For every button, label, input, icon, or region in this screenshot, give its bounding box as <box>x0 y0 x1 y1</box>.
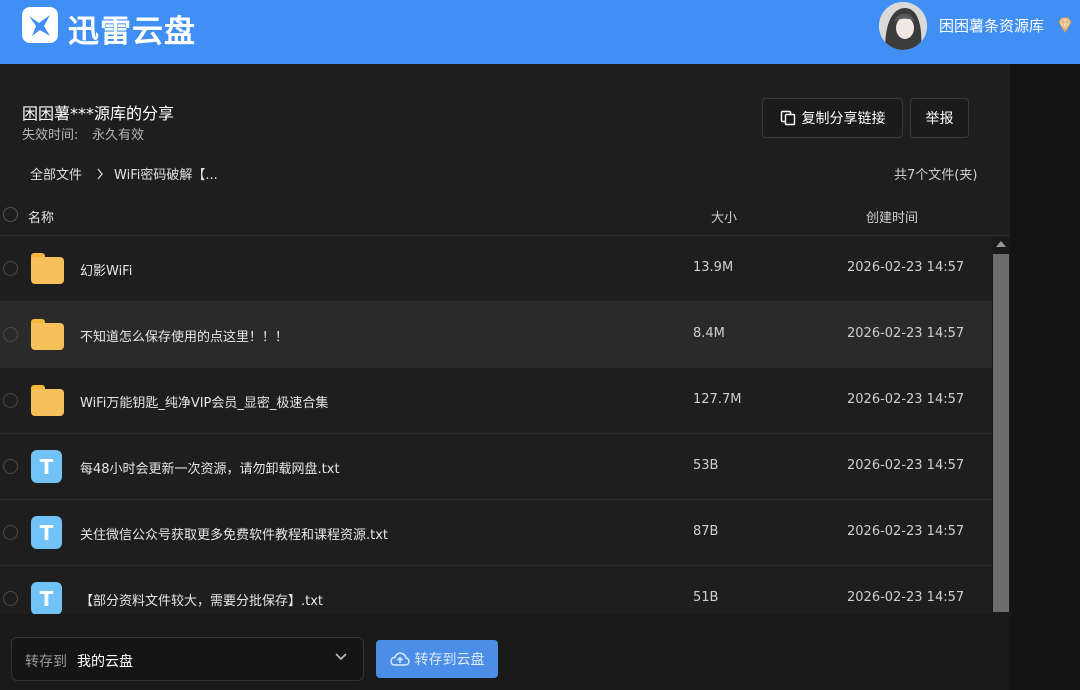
breadcrumb: 全部文件 WiFi密码破解【... <box>30 164 218 183</box>
file-row[interactable]: 幻影WiFi 13.9M 2026-02-23 14:57 <box>0 236 992 302</box>
row-select-radio[interactable] <box>3 393 18 408</box>
file-name[interactable]: 【部分资料文件较大，需要分批保存】.txt <box>80 590 323 609</box>
file-time: 2026-02-23 14:57 <box>847 590 965 605</box>
row-select-radio[interactable] <box>3 261 18 276</box>
file-size: 53B <box>693 458 719 473</box>
file-row[interactable]: T 关住微信公众号获取更多免费软件教程和课程资源.txt 87B 2026-02… <box>0 500 992 566</box>
file-row[interactable]: WiFi万能钥匙_纯净VIP会员_显密_极速合集 127.7M 2026-02-… <box>0 368 992 434</box>
app-name[interactable]: 迅雷云盘 <box>68 6 196 51</box>
expire-label: 失效时间: <box>22 128 79 143</box>
file-row[interactable]: 不知道怎么保存使用的点这里！！！ 8.4M 2026-02-23 14:57 <box>0 302 992 368</box>
file-name[interactable]: 幻影WiFi <box>80 260 132 279</box>
file-list: 幻影WiFi 13.9M 2026-02-23 14:57 不知道怎么保存使用的… <box>0 236 992 614</box>
file-time: 2026-02-23 14:57 <box>847 326 965 341</box>
destination-value[interactable]: 我的云盘 <box>77 651 133 671</box>
file-size: 127.7M <box>693 392 742 407</box>
file-size: 51B <box>693 590 719 605</box>
txt-file-icon: T <box>31 516 64 549</box>
breadcrumb-root[interactable]: 全部文件 <box>30 164 82 183</box>
file-time: 2026-02-23 14:57 <box>847 392 965 407</box>
cloud-upload-icon <box>389 652 410 666</box>
scrollbar-thumb[interactable] <box>993 254 1009 612</box>
txt-file-icon: T <box>31 450 64 483</box>
row-select-radio[interactable] <box>3 525 18 540</box>
breadcrumb-current: WiFi密码破解【... <box>114 168 218 183</box>
row-select-radio[interactable] <box>3 327 18 342</box>
scroll-up-arrow-icon[interactable] <box>996 241 1006 247</box>
column-header-name[interactable]: 名称 <box>28 207 54 226</box>
top-bar: 迅雷云盘 困困薯条资源库 <box>0 0 1080 64</box>
save-to-cloud-button[interactable]: 转存到云盘 <box>376 640 498 678</box>
column-header-time[interactable]: 创建时间 <box>866 207 918 226</box>
expire-value: 永久有效 <box>92 128 145 143</box>
folder-icon <box>31 318 64 351</box>
user-avatar[interactable] <box>879 2 927 50</box>
share-title: 困困薯***源库的分享 <box>22 104 175 123</box>
chevron-right-icon <box>97 168 103 179</box>
file-time: 2026-02-23 14:57 <box>847 260 965 275</box>
file-size: 87B <box>693 524 719 539</box>
xunlei-logo-icon[interactable] <box>22 7 58 43</box>
report-button[interactable]: 举报 <box>910 98 969 138</box>
file-name[interactable]: 关住微信公众号获取更多免费软件教程和课程资源.txt <box>80 524 388 543</box>
copy-icon <box>780 110 795 126</box>
txt-file-icon: T <box>31 582 64 614</box>
save-to-label: 转存到 <box>25 654 67 670</box>
copy-share-link-button[interactable]: 复制分享链接 <box>762 98 903 138</box>
file-row[interactable]: T 【部分资料文件较大，需要分批保存】.txt 51B 2026-02-23 1… <box>0 566 992 614</box>
row-select-radio[interactable] <box>3 459 18 474</box>
chevron-down-icon[interactable] <box>335 653 347 661</box>
file-name[interactable]: 每48小时会更新一次资源，请勿卸载网盘.txt <box>80 458 340 477</box>
folder-icon <box>31 252 64 285</box>
folder-icon <box>31 384 64 417</box>
save-to-cloud-label: 转存到云盘 <box>414 652 485 668</box>
file-row[interactable]: T 每48小时会更新一次资源，请勿卸载网盘.txt 53B 2026-02-23… <box>0 434 992 500</box>
file-size: 13.9M <box>693 260 734 275</box>
row-select-radio[interactable] <box>3 591 18 606</box>
select-all-radio[interactable] <box>3 207 18 222</box>
column-header-size[interactable]: 大小 <box>711 207 737 226</box>
vip-diamond-icon <box>1056 16 1074 34</box>
file-name[interactable]: 不知道怎么保存使用的点这里！！！ <box>80 326 288 345</box>
copy-share-link-label: 复制分享链接 <box>801 111 886 127</box>
file-time: 2026-02-23 14:57 <box>847 524 965 539</box>
file-count: 共7个文件(夹) <box>894 168 978 183</box>
file-size: 8.4M <box>693 326 725 341</box>
file-name[interactable]: WiFi万能钥匙_纯净VIP会员_显密_极速合集 <box>80 392 328 411</box>
username[interactable]: 困困薯条资源库 <box>939 15 1044 36</box>
file-time: 2026-02-23 14:57 <box>847 458 965 473</box>
